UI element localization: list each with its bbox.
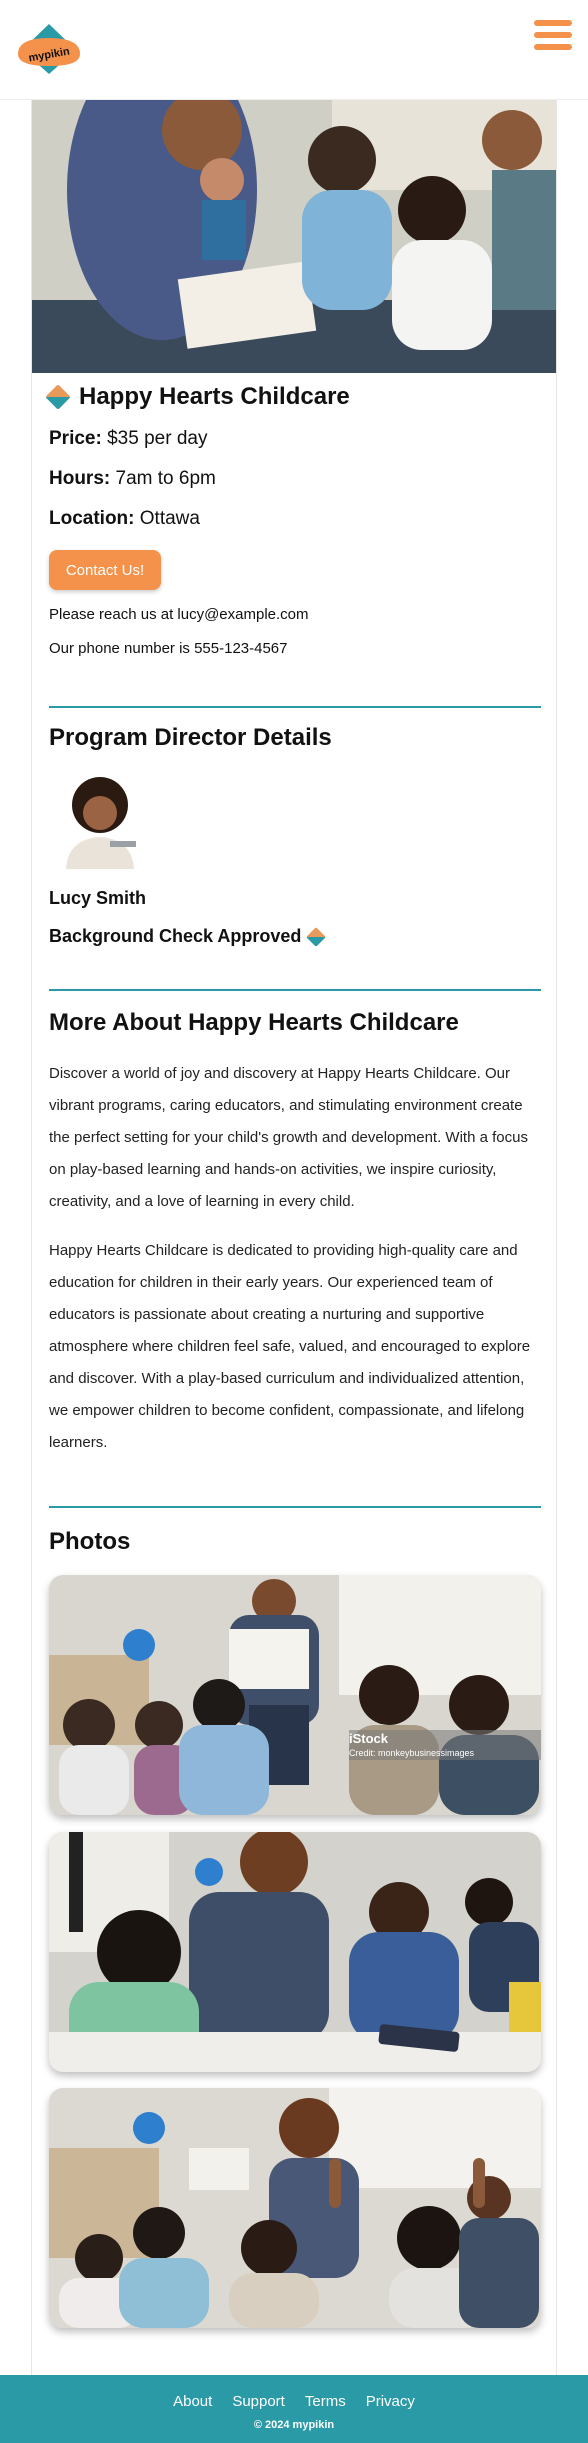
watermark-brand: iStock: [349, 1731, 389, 1746]
gallery-photo[interactable]: [49, 1832, 541, 2072]
about-heading: More About Happy Hearts Childcare: [49, 1009, 459, 1036]
copyright-text: © 2024 mypikin: [253, 2419, 335, 2431]
gallery-photo[interactable]: iStock Credit: monkeybusinessimages: [49, 1575, 541, 1815]
approved-diamond-icon: [306, 926, 327, 947]
section-divider: [49, 706, 541, 708]
classroom-photo-reading: iStock Credit: monkeybusinessimages: [49, 1575, 541, 1815]
footer-links: About Support Terms Privacy: [0, 2393, 588, 2410]
hero-photo: [32, 100, 556, 373]
about-paragraph-1: Discover a world of joy and discovery at…: [49, 1065, 528, 1210]
price-value: $35 per day: [107, 428, 208, 449]
contact-us-button[interactable]: Contact Us!: [49, 550, 161, 590]
footer-link-privacy[interactable]: Privacy: [366, 2393, 415, 2410]
background-check-row: Background Check Approved: [49, 926, 327, 947]
director-avatar: [66, 777, 136, 869]
hamburger-menu-icon[interactable]: [534, 20, 572, 54]
section-divider: [49, 989, 541, 991]
diamond-logo-icon: [45, 384, 71, 410]
site-header: mypikin: [0, 0, 588, 100]
watermark-credit: Credit: monkeybusinessimages: [349, 1748, 475, 1758]
listing-title-row: Happy Hearts Childcare: [45, 383, 350, 411]
listing-title: Happy Hearts Childcare: [79, 383, 350, 410]
mypikin-logo[interactable]: mypikin: [14, 20, 84, 76]
photos-heading: Photos: [49, 1528, 131, 1555]
listing-card: Happy Hearts Childcare Price: $35 per da…: [31, 100, 557, 2375]
classroom-photo-tablet: [49, 1832, 541, 2072]
footer-link-support[interactable]: Support: [232, 2393, 285, 2410]
gallery-photo[interactable]: [49, 2088, 541, 2328]
location-value: Ottawa: [139, 508, 200, 529]
footer-link-terms[interactable]: Terms: [305, 2393, 346, 2410]
director-heading: Program Director Details: [49, 724, 332, 751]
director-name: Lucy Smith: [49, 888, 147, 908]
section-divider: [49, 1506, 541, 1508]
email-line: Please reach us at lucy@example.com: [49, 606, 309, 623]
background-check-label: Background Check Approved: [49, 926, 302, 946]
hours-value: 7am to 6pm: [115, 468, 216, 489]
price-label: Price:: [49, 428, 102, 449]
site-footer: About Support Terms Privacy © 2024 mypik…: [0, 2375, 588, 2443]
location-info: Location: Ottawa: [49, 508, 200, 530]
about-paragraph-2: Happy Hearts Childcare is dedicated to p…: [49, 1242, 531, 1451]
location-label: Location:: [49, 508, 135, 529]
footer-link-about[interactable]: About: [173, 2393, 212, 2410]
phone-line: Our phone number is 555-123-4567: [49, 640, 288, 657]
price-info: Price: $35 per day: [49, 428, 207, 450]
hours-label: Hours:: [49, 468, 111, 489]
hours-info: Hours: 7am to 6pm: [49, 468, 216, 490]
classroom-photo-hands-up: [49, 2088, 541, 2328]
